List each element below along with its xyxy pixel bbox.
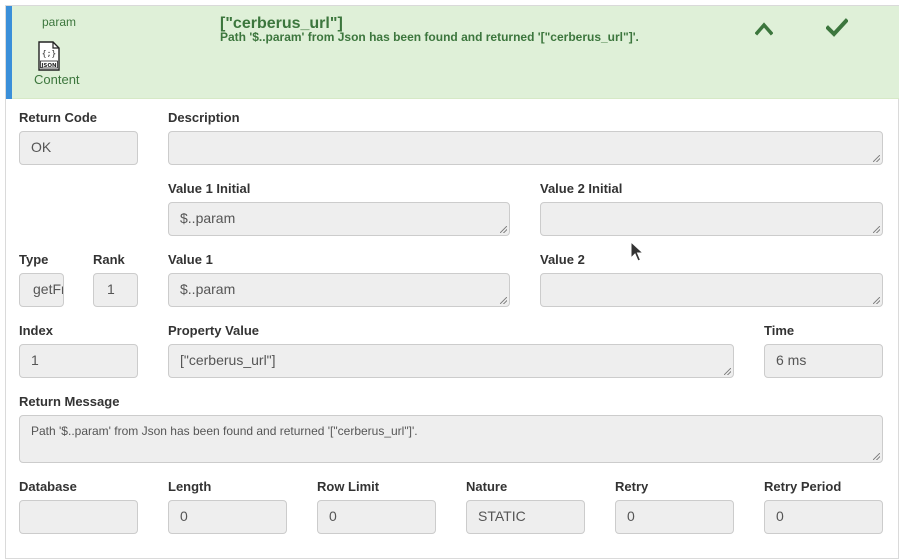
- value2-initial-field[interactable]: [540, 202, 883, 236]
- index-label: Index: [19, 323, 53, 338]
- description-label: Description: [168, 110, 240, 125]
- type-label: Type: [19, 252, 49, 267]
- return-message-label: Return Message: [19, 394, 120, 409]
- rank-field[interactable]: 1: [93, 273, 138, 307]
- value1-initial-field[interactable]: $..param: [168, 202, 510, 236]
- mouse-pointer-icon: [630, 241, 644, 262]
- row-limit-label: Row Limit: [317, 479, 380, 494]
- svg-text:JSON: JSON: [40, 63, 57, 69]
- nature-label: Nature: [466, 479, 508, 494]
- retry-period-field[interactable]: 0: [764, 500, 883, 534]
- rank-label: Rank: [93, 252, 125, 267]
- value2-initial-label: Value 2 Initial: [540, 181, 623, 196]
- value1-label: Value 1: [168, 252, 213, 267]
- svg-text:{;}: {;}: [42, 49, 56, 58]
- json-file-icon: {;} JSON: [38, 41, 60, 71]
- property-detail-panel: param {;} JSON Content ["cerberus_url"] …: [5, 5, 899, 559]
- param-name: param: [42, 15, 77, 29]
- index-field[interactable]: 1: [19, 344, 138, 378]
- return-message-field[interactable]: Path '$..param' from Json has been found…: [19, 415, 883, 463]
- retry-period-label: Retry Period: [764, 479, 842, 494]
- property-message: Path '$..param' from Json has been found…: [220, 30, 639, 44]
- retry-field[interactable]: 0: [615, 500, 734, 534]
- return-code-field[interactable]: OK: [19, 131, 138, 165]
- value2-label: Value 2: [540, 252, 585, 267]
- length-label: Length: [168, 479, 212, 494]
- property-value-label: Property Value: [168, 323, 260, 338]
- return-code-label: Return Code: [19, 110, 97, 125]
- database-label: Database: [19, 479, 77, 494]
- row-limit-field[interactable]: 0: [317, 500, 436, 534]
- database-field[interactable]: [19, 500, 138, 534]
- length-field[interactable]: 0: [168, 500, 287, 534]
- status-stripe: [6, 6, 12, 99]
- value1-field[interactable]: $..param: [168, 273, 510, 307]
- type-field[interactable]: getFromJson: [19, 273, 64, 307]
- content-label: Content: [34, 72, 80, 87]
- value1-initial-label: Value 1 Initial: [168, 181, 251, 196]
- retry-label: Retry: [615, 479, 649, 494]
- property-header[interactable]: param {;} JSON Content ["cerberus_url"] …: [6, 6, 899, 99]
- chevron-up-icon[interactable]: [755, 20, 773, 36]
- description-field[interactable]: [168, 131, 883, 165]
- time-label: Time: [764, 323, 795, 338]
- value2-field[interactable]: [540, 273, 883, 307]
- nature-field[interactable]: STATIC: [466, 500, 585, 534]
- property-value-field[interactable]: ["cerberus_url"]: [168, 344, 734, 378]
- checkmark-icon: [826, 18, 848, 37]
- time-field[interactable]: 6 ms: [764, 344, 883, 378]
